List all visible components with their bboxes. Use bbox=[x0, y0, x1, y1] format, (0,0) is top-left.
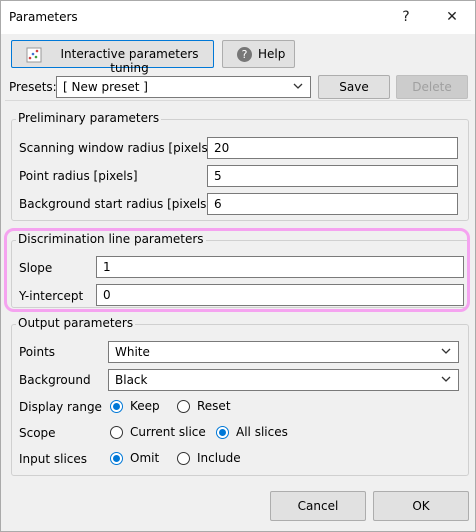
input-slices-label: Input slices bbox=[19, 452, 88, 466]
interactive-tuning-button[interactable]: Interactive parameters tuning bbox=[11, 40, 214, 75]
scanning-radius-label: Scanning window radius [pixels] bbox=[19, 141, 213, 155]
window-title: Parameters bbox=[9, 10, 78, 24]
interactive-tuning-label: Interactive parameters tuning bbox=[60, 47, 199, 75]
divider bbox=[5, 100, 471, 101]
delete-button[interactable]: Delete bbox=[396, 75, 468, 99]
presets-label: Presets: bbox=[9, 80, 57, 94]
radio-reset-label: Reset bbox=[197, 399, 231, 413]
radio-omit[interactable]: Omit bbox=[110, 451, 159, 465]
radio-include-label: Include bbox=[197, 451, 241, 465]
scanning-radius-input[interactable]: 20 bbox=[207, 137, 458, 159]
radio-button[interactable] bbox=[177, 451, 190, 465]
background-select[interactable]: Black bbox=[108, 369, 459, 391]
question-icon: ? bbox=[237, 47, 252, 62]
highlight-outline bbox=[4, 228, 470, 312]
help-label: Help bbox=[258, 47, 286, 61]
display-range-label: Display range bbox=[19, 400, 102, 414]
background-radius-input[interactable]: 6 bbox=[207, 193, 458, 215]
chevron-down-icon bbox=[441, 348, 451, 354]
point-radius-input[interactable]: 5 bbox=[207, 165, 458, 187]
radio-button[interactable] bbox=[110, 425, 123, 439]
radio-all-slices[interactable]: All slices bbox=[216, 425, 288, 439]
radio-current-slice[interactable]: Current slice bbox=[110, 425, 206, 439]
preliminary-title: Preliminary parameters bbox=[16, 111, 162, 125]
chevron-down-icon bbox=[441, 376, 451, 382]
presets-select[interactable]: [ New preset ] bbox=[56, 76, 311, 98]
cancel-button[interactable]: Cancel bbox=[270, 491, 366, 521]
save-button[interactable]: Save bbox=[318, 75, 390, 99]
radio-current-slice-label: Current slice bbox=[130, 425, 206, 439]
radio-keep-label: Keep bbox=[130, 399, 160, 413]
scope-label: Scope bbox=[19, 426, 56, 440]
points-select[interactable]: White bbox=[108, 341, 459, 363]
radio-button-selected[interactable] bbox=[110, 451, 123, 465]
footer: Cancel OK bbox=[1, 482, 475, 531]
radio-omit-label: Omit bbox=[130, 451, 160, 465]
background-radius-label: Background start radius [pixels] bbox=[19, 197, 212, 211]
output-title: Output parameters bbox=[16, 316, 136, 330]
chevron-down-icon bbox=[293, 83, 303, 89]
help-icon[interactable]: ? bbox=[383, 1, 429, 34]
title-bar: Parameters ? ✕ bbox=[1, 1, 475, 34]
background-value: Black bbox=[115, 373, 148, 387]
points-label: Points bbox=[19, 345, 56, 359]
radio-button-selected[interactable] bbox=[216, 425, 229, 439]
close-icon[interactable]: ✕ bbox=[429, 1, 475, 34]
presets-value: [ New preset ] bbox=[63, 80, 148, 94]
help-button[interactable]: ? Help bbox=[222, 40, 295, 68]
radio-keep[interactable]: Keep bbox=[110, 399, 160, 413]
radio-all-slices-label: All slices bbox=[236, 425, 288, 439]
point-radius-label: Point radius [pixels] bbox=[19, 169, 138, 183]
background-label: Background bbox=[19, 373, 91, 387]
radio-include[interactable]: Include bbox=[177, 451, 241, 465]
toolbar: Interactive parameters tuning ? Help Pre… bbox=[1, 34, 475, 100]
points-value: White bbox=[115, 345, 150, 359]
radio-button-selected[interactable] bbox=[110, 399, 123, 413]
radio-reset[interactable]: Reset bbox=[177, 399, 231, 413]
chart-icon bbox=[26, 47, 42, 63]
parameters-dialog: Parameters ? ✕ Interactive parameters tu… bbox=[0, 0, 476, 532]
radio-button[interactable] bbox=[177, 399, 190, 413]
ok-button[interactable]: OK bbox=[373, 491, 469, 521]
